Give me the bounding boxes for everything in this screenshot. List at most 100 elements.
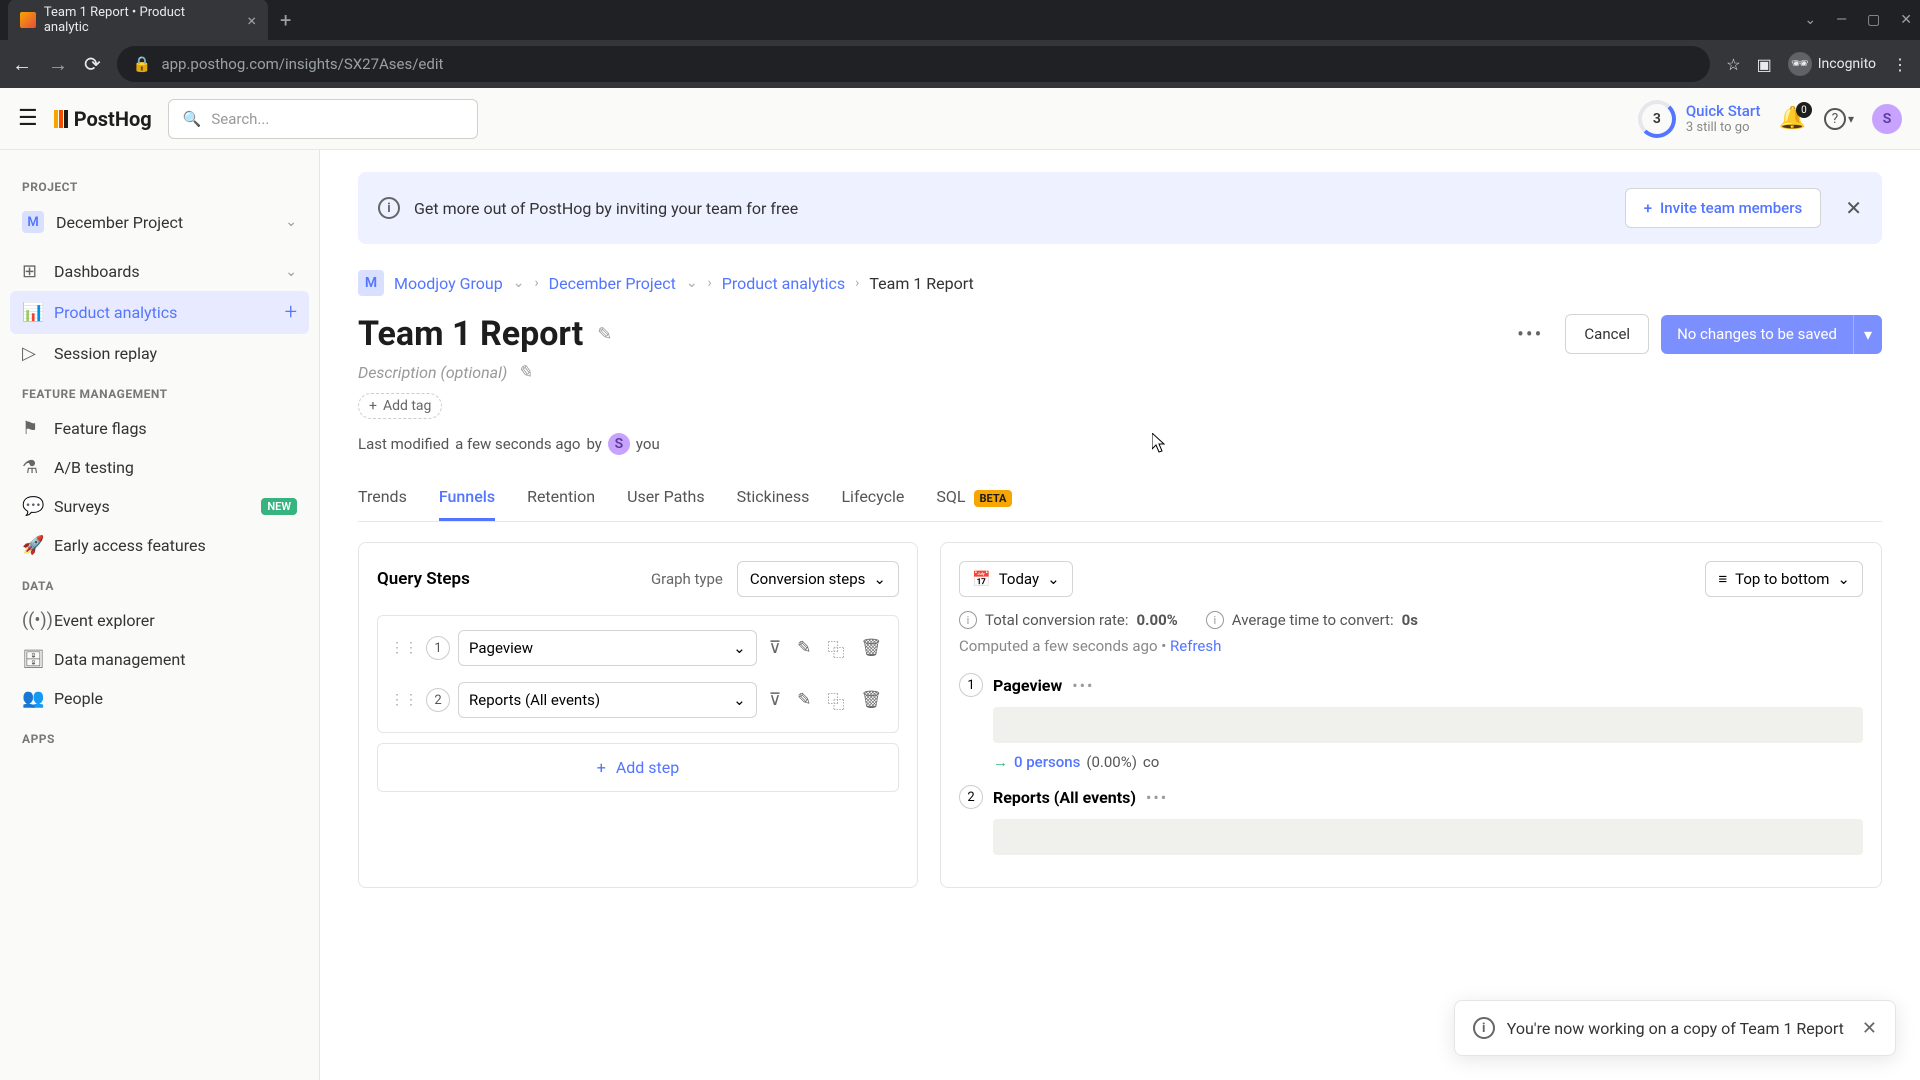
more-icon[interactable]: ••• (1072, 676, 1094, 695)
search-input[interactable]: 🔍 Search... (168, 99, 478, 139)
add-tag-button[interactable]: + Add tag (358, 393, 442, 419)
url-input[interactable]: 🔒 app.posthog.com/insights/SX27Ases/edit (117, 46, 1710, 82)
sidebar-item-dashboards[interactable]: ⊞ Dashboards ⌄ (10, 252, 309, 291)
tab-close-icon[interactable]: × (247, 11, 256, 30)
tab-retention[interactable]: Retention (527, 475, 595, 521)
info-icon[interactable]: i (959, 611, 977, 629)
extensions-icon[interactable]: ▣ (1757, 55, 1772, 74)
quick-start-button[interactable]: 3 Quick Start 3 still to go (1638, 100, 1761, 138)
filter-icon[interactable]: ⊽ (765, 634, 785, 662)
drag-handle-icon[interactable]: ⋮⋮ (390, 640, 418, 656)
people-icon: 👥 (22, 688, 42, 709)
sidebar-item-people[interactable]: 👥 People (10, 679, 309, 718)
info-icon[interactable]: i (1206, 611, 1224, 629)
forward-button[interactable]: → (48, 52, 68, 77)
sidebar-item-surveys[interactable]: 💬 Surveys NEW (10, 487, 309, 526)
reload-button[interactable]: ⟳ (84, 52, 101, 76)
save-dropdown-button[interactable]: ▾ (1853, 315, 1882, 354)
date-range-dropdown[interactable]: 📅 Today ⌄ (959, 561, 1073, 597)
description-field[interactable]: Description (optional) ✎ (358, 362, 1882, 383)
plus-icon[interactable]: + (285, 300, 297, 325)
tab-user-paths[interactable]: User Paths (627, 475, 705, 521)
query-step-1: ⋮⋮ 1 Pageview⌄ ⊽ ✎ ⿻ 🗑 (384, 622, 892, 674)
sidebar-item-event-explorer[interactable]: ((•)) Event explorer (10, 601, 309, 640)
graph-type-dropdown[interactable]: Conversion steps ⌄ (737, 561, 899, 597)
project-selector[interactable]: M December Project ⌄ (10, 202, 309, 242)
new-badge: NEW (261, 498, 297, 515)
plus-icon: + (369, 398, 377, 414)
copy-icon[interactable]: ⿻ (823, 684, 848, 717)
breadcrumb-section[interactable]: Product analytics (722, 274, 845, 293)
analytics-icon: 📊 (22, 302, 42, 323)
copy-icon[interactable]: ⿻ (823, 632, 848, 665)
delete-icon[interactable]: 🗑 (856, 686, 886, 714)
edit-icon[interactable]: ✎ (793, 686, 815, 714)
browser-tab-bar: Team 1 Report • Product analytic × + ⌄ ―… (0, 0, 1920, 40)
tab-trends[interactable]: Trends (358, 475, 407, 521)
banner-close-icon[interactable]: ✕ (1845, 196, 1862, 220)
chevron-down-icon[interactable]: ⌄ (686, 275, 698, 291)
breadcrumb-org[interactable]: Moodjoy Group (394, 274, 503, 293)
more-icon[interactable]: ••• (1146, 788, 1168, 807)
help-button[interactable]: ? ▾ (1824, 108, 1854, 130)
sidebar-item-session-replay[interactable]: ▷ Session replay (10, 334, 309, 373)
chevron-down-icon: ⌄ (733, 639, 746, 657)
save-button[interactable]: No changes to be saved (1661, 315, 1853, 354)
breadcrumb-project[interactable]: December Project (549, 274, 676, 293)
sidebar-item-product-analytics[interactable]: 📊 Product analytics + (10, 291, 309, 334)
logo-mark-icon (54, 110, 68, 128)
tab-stickiness[interactable]: Stickiness (737, 475, 810, 521)
minimize-icon[interactable]: ― (1836, 12, 1847, 28)
drag-handle-icon[interactable]: ⋮⋮ (390, 692, 418, 708)
notifications-button[interactable]: 🔔 0 (1779, 106, 1806, 131)
bookmark-icon[interactable]: ☆ (1726, 55, 1740, 74)
edit-title-icon[interactable]: ✎ (597, 324, 612, 345)
browser-menu-icon[interactable]: ⋮ (1892, 55, 1908, 74)
chevron-down-icon[interactable]: ⌄ (1804, 12, 1816, 28)
filter-icon[interactable]: ⊽ (765, 686, 785, 714)
delete-icon[interactable]: 🗑 (856, 634, 886, 662)
tab-sql[interactable]: SQL BETA (936, 475, 1012, 521)
beta-badge: BETA (974, 490, 1013, 507)
persons-link[interactable]: 0 persons (1014, 753, 1080, 771)
toast-close-icon[interactable]: ✕ (1862, 1018, 1877, 1039)
user-avatar[interactable]: S (1872, 104, 1902, 134)
menu-toggle-icon[interactable]: ☰ (18, 106, 38, 131)
sidebar-item-early-access[interactable]: 🚀 Early access features (10, 526, 309, 565)
edit-desc-icon[interactable]: ✎ (517, 362, 532, 383)
invite-team-button[interactable]: + Invite team members (1625, 188, 1822, 228)
flag-icon: ⚑ (22, 418, 42, 439)
browser-tab[interactable]: Team 1 Report • Product analytic × (8, 0, 268, 41)
new-tab-button[interactable]: + (280, 8, 291, 32)
sidebar-item-ab-testing[interactable]: ⚗ A/B testing (10, 448, 309, 487)
tab-funnels[interactable]: Funnels (439, 475, 495, 521)
incognito-badge[interactable]: 🕶 Incognito (1788, 52, 1876, 76)
sidebar-item-data-management[interactable]: 🗄 Data management (10, 640, 309, 679)
sidebar-item-feature-flags[interactable]: ⚑ Feature flags (10, 409, 309, 448)
toast-notification: i You're now working on a copy of Team 1… (1454, 1000, 1896, 1056)
event-dropdown[interactable]: Pageview⌄ (458, 630, 757, 666)
graph-type-label: Graph type (651, 570, 723, 588)
insight-tabs: Trends Funnels Retention User Paths Stic… (358, 475, 1882, 522)
plus-icon: + (1644, 199, 1652, 217)
funnel-bar (993, 707, 1863, 743)
maximize-icon[interactable]: ▢ (1867, 12, 1880, 28)
cancel-button[interactable]: Cancel (1565, 314, 1649, 354)
edit-icon[interactable]: ✎ (793, 634, 815, 662)
chevron-down-icon: ⌄ (285, 264, 297, 280)
org-badge: M (358, 270, 384, 296)
event-dropdown[interactable]: Reports (All events)⌄ (458, 682, 757, 718)
chevron-down-icon[interactable]: ⌄ (513, 275, 525, 291)
sidebar-section-feature: FEATURE MANAGEMENT (10, 379, 309, 409)
posthog-logo[interactable]: PostHog (54, 107, 152, 131)
sort-dropdown[interactable]: ≡ Top to bottom ⌄ (1705, 561, 1863, 597)
tab-lifecycle[interactable]: Lifecycle (841, 475, 904, 521)
chevron-right-icon: › (534, 275, 538, 291)
quick-start-subtitle: 3 still to go (1686, 120, 1761, 135)
more-options-button[interactable]: ••• (1507, 316, 1553, 352)
banner-text: Get more out of PostHog by inviting your… (414, 199, 1611, 218)
refresh-link[interactable]: Refresh (1170, 637, 1221, 655)
add-step-button[interactable]: + Add step (377, 743, 899, 792)
back-button[interactable]: ← (12, 52, 32, 77)
close-window-icon[interactable]: ✕ (1900, 12, 1912, 28)
